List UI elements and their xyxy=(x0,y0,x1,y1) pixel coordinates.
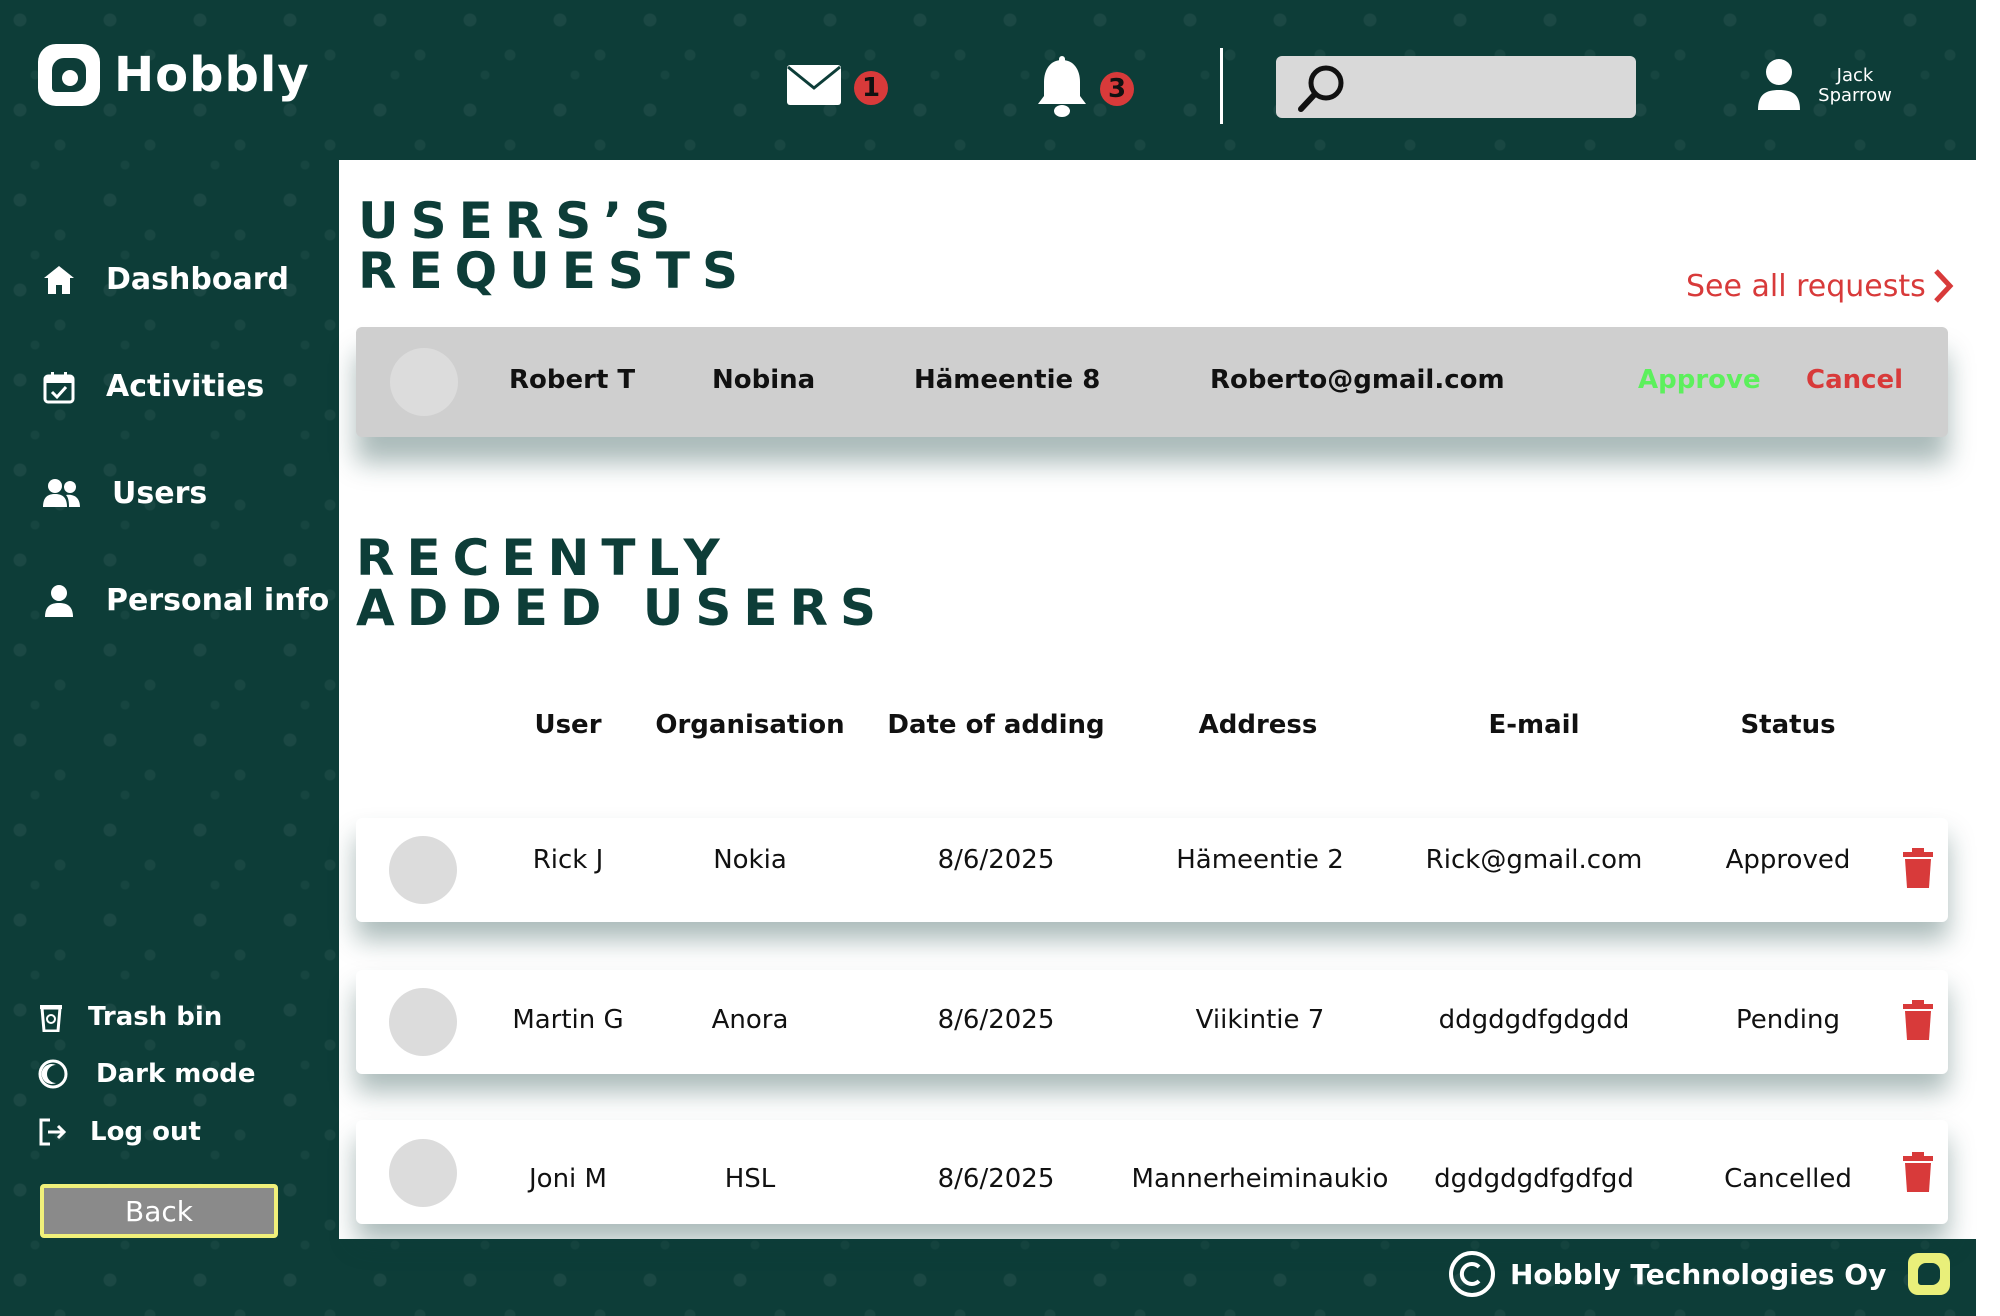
notification-count-badge: 3 xyxy=(1100,72,1134,106)
avatar xyxy=(390,348,458,416)
requests-title: USERS’S REQUESTS xyxy=(358,196,750,296)
logout-icon xyxy=(39,1118,67,1146)
cell-status: Pending xyxy=(1736,1005,1840,1035)
table-row: Martin G Anora 8/6/2025 Viikintie 7 ddgd… xyxy=(356,970,1948,1074)
user-first-name: Jack xyxy=(1836,65,1874,86)
requests-title-line1: USERS’S xyxy=(358,192,683,250)
cell-date: 8/6/2025 xyxy=(937,1164,1055,1194)
footer-logo-icon xyxy=(1908,1253,1951,1295)
users-icon xyxy=(43,478,80,507)
log-out-label: Log out xyxy=(90,1117,201,1147)
column-header-status: Status xyxy=(1740,710,1836,740)
right-edge xyxy=(1976,0,2000,1316)
moon-icon xyxy=(38,1059,68,1089)
cancel-button[interactable]: Cancel xyxy=(1806,365,1903,395)
avatar xyxy=(389,1139,457,1207)
approve-button[interactable]: Approve xyxy=(1638,365,1761,395)
cell-organisation: Anora xyxy=(711,1005,789,1035)
calendar-icon xyxy=(43,371,75,403)
recent-title-line1: RECENTLY xyxy=(356,529,732,587)
cell-email: dgdgdgdfgdfgd xyxy=(1434,1164,1634,1194)
see-all-label: See all requests xyxy=(1686,268,1926,304)
sidebar-item-dashboard[interactable]: Dashboard xyxy=(42,262,289,297)
column-header-date: Date of adding xyxy=(887,710,1105,740)
cell-status: Cancelled xyxy=(1724,1164,1852,1194)
sidebar-item-activities[interactable]: Activities xyxy=(42,369,264,404)
mail-icon[interactable] xyxy=(786,64,842,106)
cell-address: Mannerheiminaukio xyxy=(1131,1164,1389,1194)
bell-icon[interactable] xyxy=(1034,56,1090,118)
delete-icon[interactable] xyxy=(1901,1152,1935,1192)
cell-user: Rick J xyxy=(532,845,604,875)
user-avatar-icon[interactable] xyxy=(1756,58,1802,114)
footer: Hobbly Technologies Oy xyxy=(1448,1250,1951,1298)
user-last-name: Sparrow xyxy=(1818,85,1892,106)
delete-icon[interactable] xyxy=(1901,1000,1935,1040)
home-icon xyxy=(44,265,74,294)
cell-organisation: Nokia xyxy=(713,845,787,875)
see-all-requests-link[interactable]: See all requests xyxy=(1686,268,1954,304)
main-panel xyxy=(339,160,1976,1239)
logo-icon xyxy=(38,44,100,106)
cell-user: Joni M xyxy=(529,1164,607,1194)
recent-title-line2: ADDED USERS xyxy=(356,579,889,637)
cell-address: Viikintie 7 xyxy=(1195,1005,1325,1035)
avatar xyxy=(389,836,457,904)
trash-bin-link[interactable]: Trash bin xyxy=(36,1002,222,1032)
app-logo[interactable]: Hobbly xyxy=(38,44,310,106)
sidebar-item-personal-info[interactable]: Personal info xyxy=(42,583,329,618)
cell-email: Rick@gmail.com xyxy=(1425,845,1643,875)
person-icon xyxy=(45,584,73,617)
cell-status: Approved xyxy=(1725,845,1851,875)
column-header-address: Address xyxy=(1198,710,1318,740)
user-name[interactable]: Jack Sparrow xyxy=(1810,66,1900,106)
cell-address: Hämeentie 2 xyxy=(1176,845,1344,875)
requests-title-line2: REQUESTS xyxy=(358,242,751,300)
cell-email: ddgdgdfgdgdd xyxy=(1438,1005,1630,1035)
table-row: Rick J Nokia 8/6/2025 Hämeentie 2 Rick@g… xyxy=(356,818,1948,922)
cell-organisation: HSL xyxy=(724,1164,776,1194)
search-icon[interactable] xyxy=(1296,62,1348,114)
header-divider xyxy=(1220,48,1223,124)
column-header-email: E-mail xyxy=(1488,710,1580,740)
column-header-organisation: Organisation xyxy=(655,710,845,740)
mail-count-badge: 1 xyxy=(854,71,888,105)
app-name: Hobbly xyxy=(114,47,310,103)
avatar xyxy=(389,988,457,1056)
copyright-icon xyxy=(1449,1251,1495,1297)
column-header-user: User xyxy=(534,710,602,740)
footer-company: Hobbly Technologies Oy xyxy=(1510,1257,1887,1291)
sidebar-item-label: Activities xyxy=(106,369,265,404)
dark-mode-label: Dark mode xyxy=(96,1059,256,1089)
back-button[interactable]: Back xyxy=(40,1184,278,1238)
log-out-link[interactable]: Log out xyxy=(38,1117,201,1147)
cell-user: Martin G xyxy=(512,1005,624,1035)
delete-icon[interactable] xyxy=(1901,848,1935,888)
cell-date: 8/6/2025 xyxy=(937,1005,1055,1035)
request-name: Robert T xyxy=(509,365,636,395)
trash-bin-label: Trash bin xyxy=(88,1002,223,1032)
trash-bin-icon xyxy=(40,1005,62,1032)
sidebar-item-label: Users xyxy=(112,476,208,511)
dark-mode-toggle[interactable]: Dark mode xyxy=(38,1059,256,1089)
sidebar-item-label: Dashboard xyxy=(106,262,289,297)
table-row: Joni M HSL 8/6/2025 Mannerheiminaukio dg… xyxy=(356,1120,1948,1224)
sidebar-item-users[interactable]: Users xyxy=(42,476,207,511)
request-address: Hämeentie 8 xyxy=(914,365,1101,395)
request-card: Robert T Nobina Hämeentie 8 Roberto@gmai… xyxy=(356,327,1948,437)
recent-title: RECENTLY ADDED USERS xyxy=(356,533,888,633)
sidebar-item-label: Personal info xyxy=(106,583,330,618)
request-organisation: Nobina xyxy=(712,365,816,395)
cell-date: 8/6/2025 xyxy=(937,845,1055,875)
request-email: Roberto@gmail.com xyxy=(1210,365,1505,395)
chevron-right-icon xyxy=(1933,269,1954,303)
